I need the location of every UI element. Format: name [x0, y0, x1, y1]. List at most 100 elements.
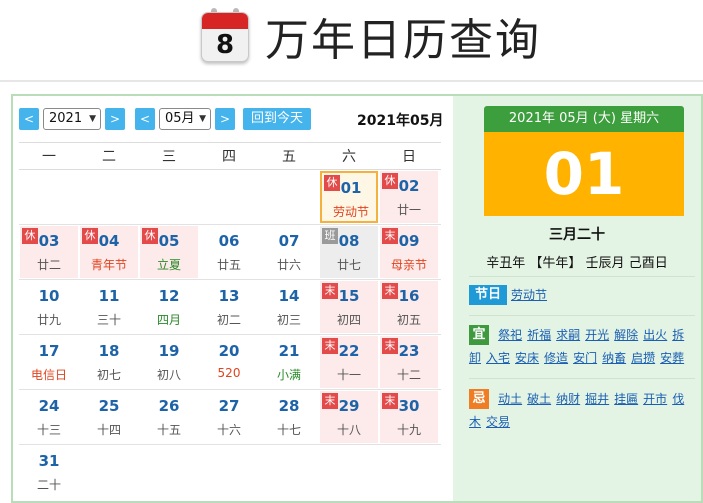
day-subtitle: 十三 — [36, 423, 61, 437]
day-subtitle: 廿六 — [276, 258, 301, 272]
divider — [469, 276, 695, 277]
suitable-item-link[interactable]: 修造 — [544, 351, 568, 365]
suitable-item-link[interactable]: 纳畜 — [602, 351, 626, 365]
suitable-item-link[interactable]: 出火 — [643, 328, 667, 342]
day-cell[interactable]: 末 23 十二 — [380, 336, 438, 388]
day-cell[interactable]: 21 小满 — [260, 336, 318, 388]
day-number: 09 — [398, 232, 420, 250]
day-cell[interactable]: 末 15 初四 — [320, 281, 378, 333]
day-number: 06 — [218, 232, 240, 250]
day-cell[interactable]: 28 十七 — [260, 391, 318, 443]
day-cell[interactable]: 24 十三 — [20, 391, 78, 443]
day-number: 16 — [398, 287, 420, 305]
day-number: 08 — [338, 232, 360, 250]
back-to-today-button[interactable]: 回到今天 — [243, 108, 311, 130]
suitable-item-link[interactable]: 启攒 — [631, 351, 655, 365]
avoid-item-link[interactable]: 纳财 — [556, 392, 580, 406]
day-cell[interactable]: 20 520 — [200, 336, 258, 388]
calendar-toolbar: < 2021 ▼ > < 05月 ▼ > 回到今天 2021年05月 — [19, 108, 447, 132]
calendar-logo-body: 8 — [201, 12, 249, 62]
page-title: 万年日历查询 — [265, 15, 541, 66]
day-number: 15 — [338, 287, 360, 305]
day-number: 04 — [98, 232, 120, 250]
suitable-item-link[interactable]: 解除 — [614, 328, 638, 342]
day-cell[interactable]: 末 30 十九 — [380, 391, 438, 443]
calendar-panel: < 2021 ▼ > < 05月 ▼ > 回到今天 2021年05月 一二三四五… — [11, 94, 703, 503]
day-cell[interactable]: 14 初三 — [260, 281, 318, 333]
avoid-section: 忌 动土 破土 纳财 掘井 挂匾 开市 伐木 交易 — [469, 388, 697, 434]
day-subtitle: 十六 — [216, 423, 241, 437]
day-cell[interactable]: 末 29 十八 — [320, 391, 378, 443]
avoid-item-link[interactable]: 开市 — [643, 392, 667, 406]
day-cell[interactable]: 12 四月 — [140, 281, 198, 333]
suitable-item-link[interactable]: 求嗣 — [556, 328, 580, 342]
day-cell[interactable]: 末 22 十一 — [320, 336, 378, 388]
suitable-item-link[interactable]: 安床 — [515, 351, 539, 365]
day-cell[interactable]: 休 04 青年节 — [80, 226, 138, 278]
next-year-button[interactable]: > — [105, 108, 125, 130]
weekday-label: 四 — [222, 149, 236, 165]
suitable-item-link[interactable]: 祭祀 — [498, 328, 522, 342]
avoid-item-link[interactable]: 挂匾 — [614, 392, 638, 406]
day-number: 24 — [38, 397, 60, 415]
day-cell[interactable]: 26 十五 — [140, 391, 198, 443]
avoid-item-link[interactable]: 动土 — [498, 392, 522, 406]
suitable-item-link[interactable]: 祈福 — [527, 328, 551, 342]
day-number: 18 — [98, 342, 120, 360]
day-subtitle: 廿五 — [216, 258, 241, 272]
festival-badge: 节日 — [469, 284, 507, 305]
suitable-item-link[interactable]: 入宅 — [486, 351, 510, 365]
day-cell[interactable]: 25 十四 — [80, 391, 138, 443]
day-cell[interactable]: 班 08 廿七 — [320, 226, 378, 278]
day-cell[interactable]: 休 05 立夏 — [140, 226, 198, 278]
day-subtitle: 十九 — [396, 423, 421, 437]
chevron-down-icon: ▼ — [89, 114, 96, 124]
day-cell[interactable]: 13 初二 — [200, 281, 258, 333]
day-cell[interactable]: 18 初七 — [80, 336, 138, 388]
day-cell[interactable]: 17 电信日 — [20, 336, 78, 388]
month-select[interactable]: 05月 ▼ — [159, 108, 211, 130]
day-subtitle: 初八 — [156, 368, 181, 382]
row-divider — [19, 389, 441, 390]
row-divider — [19, 279, 441, 280]
day-number: 29 — [338, 397, 360, 415]
day-cell[interactable]: 19 初八 — [140, 336, 198, 388]
day-cell[interactable]: 10 廿九 — [20, 281, 78, 333]
month-grid: 休 01 劳动节休 02 廿一休 03 廿二休 04 青年节休 05 立夏 06 廿五 07 廿六班 08 廿七… — [19, 170, 441, 500]
day-number: 30 — [398, 397, 420, 415]
divider — [469, 315, 695, 316]
day-cell[interactable]: 11 三十 — [80, 281, 138, 333]
day-cell[interactable]: 休 03 廿二 — [20, 226, 78, 278]
suitable-item-link[interactable]: 安葬 — [660, 351, 684, 365]
day-cell[interactable]: 27 十六 — [200, 391, 258, 443]
day-cell[interactable]: 07 廿六 — [260, 226, 318, 278]
avoid-item-link[interactable]: 破土 — [527, 392, 551, 406]
day-cell[interactable]: 末 16 初五 — [380, 281, 438, 333]
day-subtitle: 廿二 — [36, 258, 61, 272]
day-number: 12 — [158, 287, 180, 305]
avoid-item-link[interactable]: 交易 — [486, 415, 510, 429]
day-subtitle: 电信日 — [30, 368, 67, 382]
day-number: 19 — [158, 342, 180, 360]
calendar-icon: 8 — [197, 6, 253, 64]
day-number: 11 — [98, 287, 120, 305]
day-cell[interactable]: 06 廿五 — [200, 226, 258, 278]
year-select[interactable]: 2021 ▼ — [43, 108, 101, 130]
day-number: 28 — [278, 397, 300, 415]
day-cell[interactable]: 休 02 廿一 — [380, 171, 438, 223]
festival-link[interactable]: 劳动节 — [511, 288, 547, 302]
day-subtitle: 初七 — [96, 368, 121, 382]
day-cell[interactable]: 31 二十 — [20, 446, 78, 498]
next-month-button[interactable]: > — [215, 108, 235, 130]
day-number: 31 — [38, 452, 60, 470]
day-number: 21 — [278, 342, 300, 360]
suitable-item-link[interactable]: 安门 — [573, 351, 597, 365]
avoid-item-link[interactable]: 掘井 — [585, 392, 609, 406]
lunar-date: 三月二十 — [549, 227, 605, 243]
day-cell[interactable]: 末 09 母亲节 — [380, 226, 438, 278]
prev-month-button[interactable]: < — [135, 108, 155, 130]
suitable-item-link[interactable]: 开光 — [585, 328, 609, 342]
day-cell[interactable]: 休 01 劳动节 — [320, 171, 378, 223]
prev-year-button[interactable]: < — [19, 108, 39, 130]
day-number: 03 — [38, 232, 60, 250]
